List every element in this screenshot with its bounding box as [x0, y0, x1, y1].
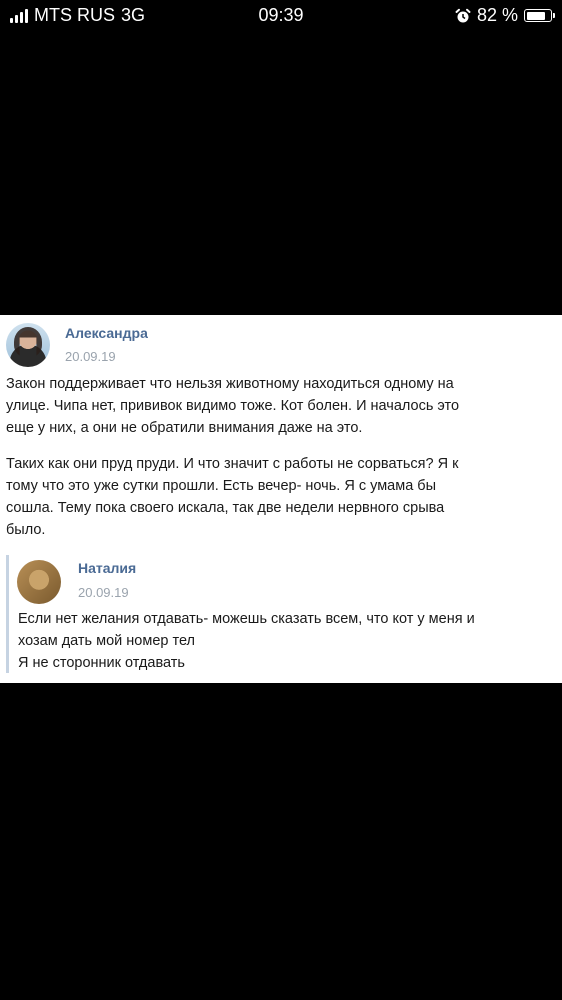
comment-author[interactable]: Александра — [65, 325, 148, 341]
quoted-line: Если нет желания отдавать- можешь сказат… — [18, 611, 475, 627]
avatar[interactable] — [6, 323, 50, 367]
quoted-line: хозам дать мой номер тел — [18, 633, 196, 649]
alarm-clock-icon — [455, 8, 471, 22]
comment-card: Александра 20.09.19 Закон поддерживает ч… — [0, 315, 562, 683]
battery-fill — [526, 11, 546, 20]
status-right: 82 % — [455, 5, 555, 26]
quote-bar — [6, 555, 9, 673]
comment-line: Таких как они пруд пруди. И что значит с… — [6, 456, 459, 472]
battery-percentage: 82 % — [476, 5, 518, 25]
comment-line: Закон поддерживает что нельзя животному … — [6, 376, 454, 392]
quoted-date: 20.09.19 — [78, 585, 129, 600]
battery-icon — [524, 9, 555, 22]
comment-text: Закон поддерживает что нельзя животному … — [6, 373, 556, 541]
quoted-line: Я не сторонник отдавать — [18, 655, 185, 671]
comment-line: сошла. Тему пока своего искала, так две … — [6, 500, 445, 516]
comment-date: 20.09.19 — [65, 349, 116, 364]
quoted-avatar[interactable] — [17, 560, 61, 604]
comment-line: тому что это уже сутки прошли. Есть вече… — [6, 478, 437, 494]
comment-line: было. — [6, 522, 46, 538]
quoted-text: Если нет желания отдавать- можешь сказат… — [18, 608, 558, 674]
comment-line: еще у них, а они не обратили внимания да… — [6, 420, 363, 436]
status-bar: MTS RUS 3G 09:39 82 % — [0, 0, 562, 32]
quoted-author[interactable]: Наталия — [78, 560, 136, 576]
comment-line: улице. Чипа нет, прививок видимо тоже. К… — [6, 398, 460, 414]
